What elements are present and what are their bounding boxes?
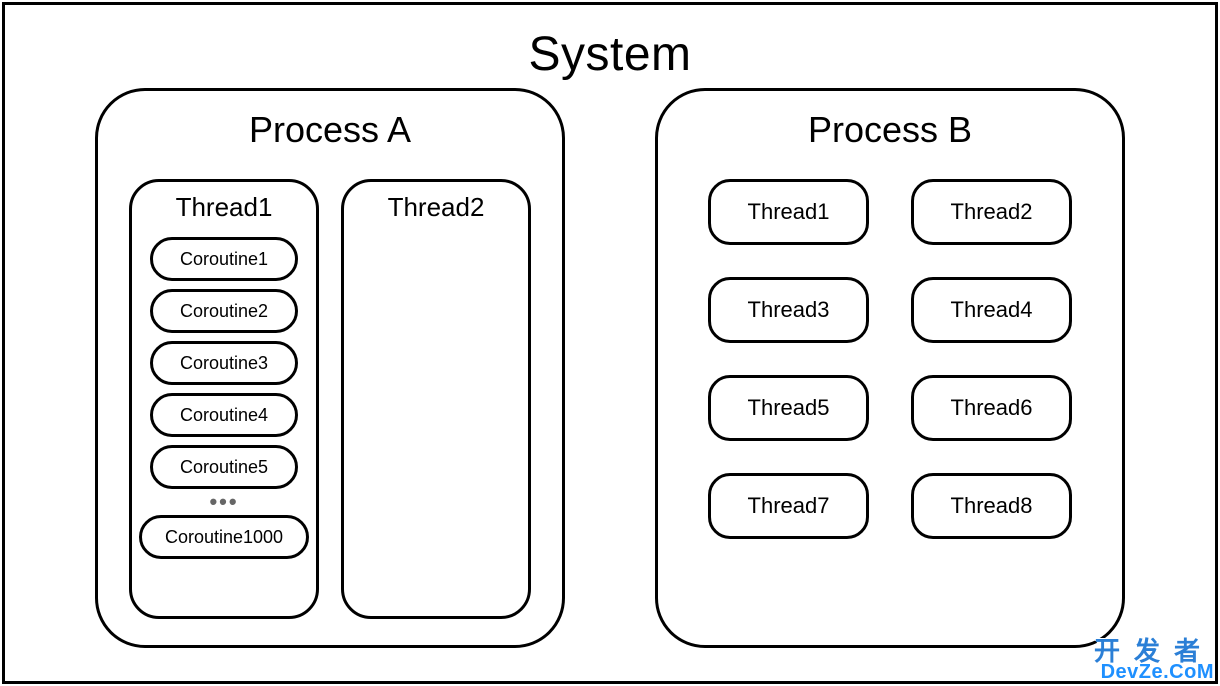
- diagram-frame: System Process A Thread1 Coroutine1 Coro…: [2, 2, 1218, 684]
- thread-cell: Thread5: [708, 375, 869, 441]
- thread-cell: Thread7: [708, 473, 869, 539]
- coroutine-item-last: Coroutine1000: [139, 515, 309, 559]
- process-a-threads: Thread1 Coroutine1 Coroutine2 Coroutine3…: [126, 179, 534, 619]
- thread-cell: Thread4: [911, 277, 1072, 343]
- thread1-box: Thread1 Coroutine1 Coroutine2 Coroutine3…: [129, 179, 319, 619]
- process-b-box: Process B Thread1 Thread2 Thread3 Thread…: [655, 88, 1125, 648]
- coroutine-item: Coroutine3: [150, 341, 298, 385]
- thread-cell: Thread3: [708, 277, 869, 343]
- watermark: 开发者 DevZe.CoM: [1094, 638, 1214, 682]
- coroutine-item: Coroutine1: [150, 237, 298, 281]
- process-b-thread-grid: Thread1 Thread2 Thread3 Thread4 Thread5 …: [686, 179, 1094, 539]
- thread-cell: Thread1: [708, 179, 869, 245]
- ellipsis-icon: •••: [209, 497, 238, 507]
- process-b-title: Process B: [686, 109, 1094, 151]
- coroutine-item: Coroutine5: [150, 445, 298, 489]
- thread1-title: Thread1: [140, 192, 308, 223]
- processes-row: Process A Thread1 Coroutine1 Coroutine2 …: [5, 88, 1215, 648]
- thread-cell: Thread2: [911, 179, 1072, 245]
- system-title: System: [5, 27, 1215, 82]
- coroutine-item: Coroutine2: [150, 289, 298, 333]
- process-a-title: Process A: [126, 109, 534, 151]
- thread-cell: Thread8: [911, 473, 1072, 539]
- watermark-line2: DevZe.CoM: [1094, 662, 1214, 682]
- thread-cell: Thread6: [911, 375, 1072, 441]
- thread2-box: Thread2: [341, 179, 531, 619]
- coroutine-list: Coroutine1 Coroutine2 Coroutine3 Corouti…: [140, 237, 308, 559]
- process-a-box: Process A Thread1 Coroutine1 Coroutine2 …: [95, 88, 565, 648]
- thread2-title: Thread2: [352, 192, 520, 223]
- coroutine-item: Coroutine4: [150, 393, 298, 437]
